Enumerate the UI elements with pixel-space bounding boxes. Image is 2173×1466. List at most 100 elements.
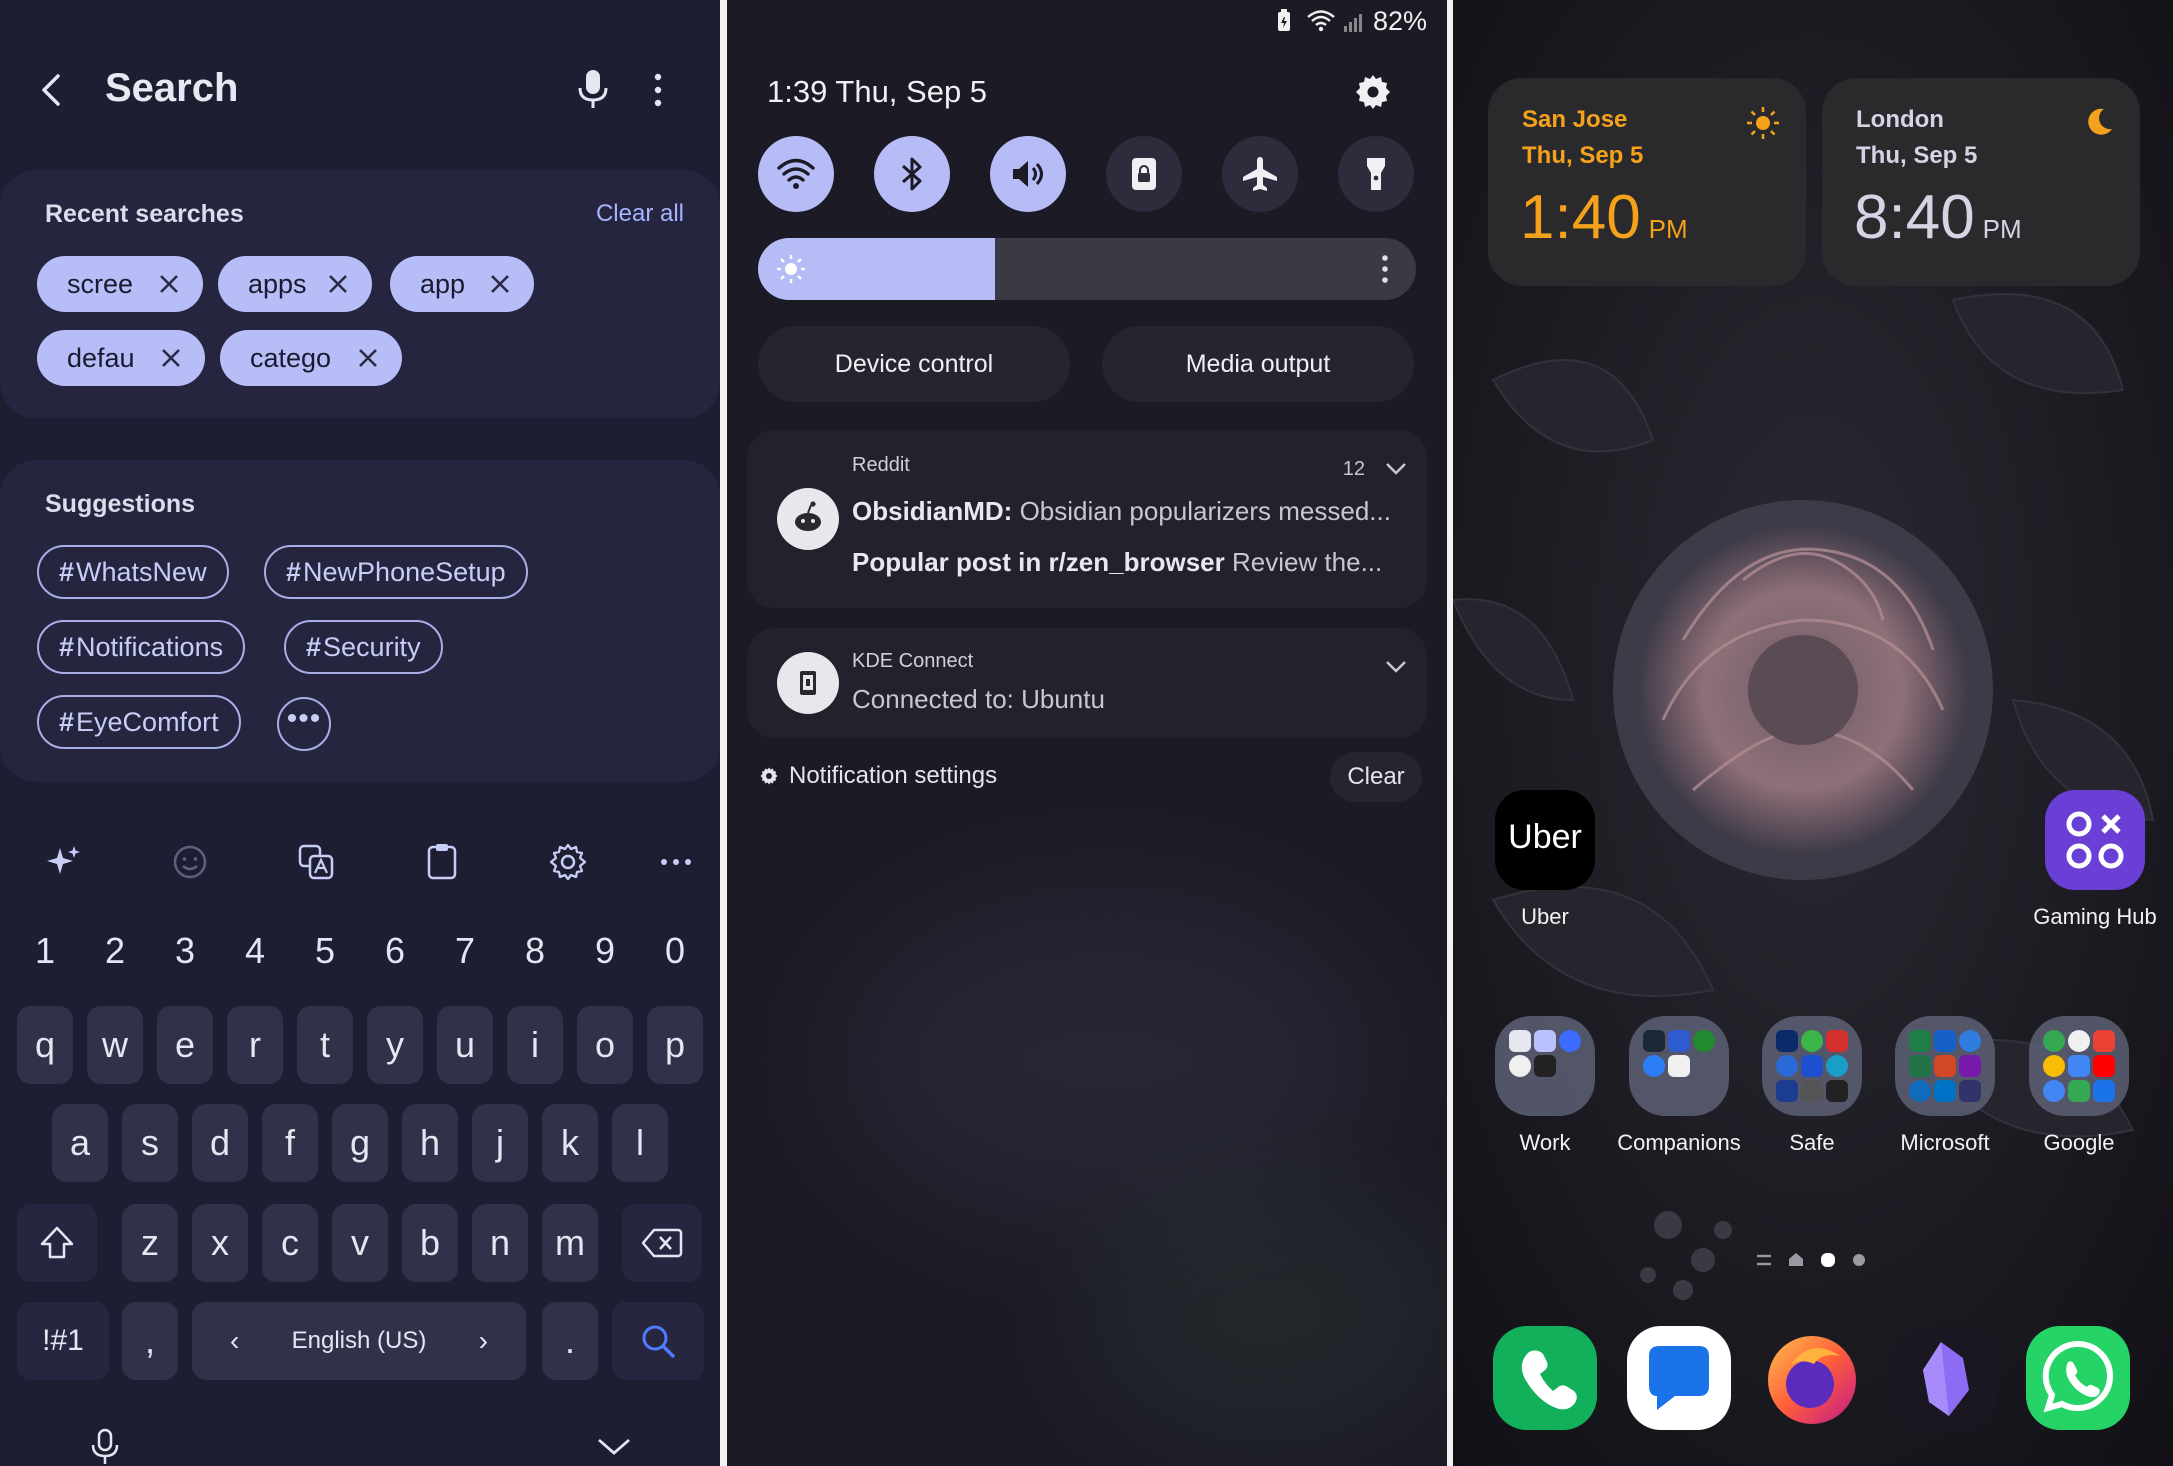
suggestion-tag[interactable]: #Security <box>284 620 443 674</box>
key-r[interactable]: r <box>227 1006 283 1084</box>
recent-chip[interactable]: scree <box>37 256 203 312</box>
more-tools-icon[interactable] <box>654 840 698 884</box>
clock-widget-san-jose[interactable]: San Jose Thu, Sep 5 1:40 PM <box>1488 78 1806 286</box>
uber-app[interactable]: Uber Uber <box>1480 790 1610 930</box>
emoji-icon[interactable] <box>168 840 212 884</box>
clipboard-icon[interactable] <box>420 840 464 884</box>
back-arrow-icon[interactable] <box>34 70 70 110</box>
key-9[interactable]: 9 <box>577 912 633 990</box>
folder-work[interactable]: Work <box>1480 1016 1610 1156</box>
key-a[interactable]: a <box>52 1104 108 1182</box>
expand-chevron-icon[interactable] <box>1385 462 1407 476</box>
expand-chevron-icon[interactable] <box>1385 660 1407 674</box>
spacebar-key[interactable]: ‹ English (US) › <box>192 1302 526 1380</box>
wifi-toggle[interactable] <box>758 136 834 212</box>
key-m[interactable]: m <box>542 1204 598 1282</box>
bluetooth-toggle[interactable] <box>874 136 950 212</box>
obsidian-app[interactable] <box>1893 1326 1997 1430</box>
key-0[interactable]: 0 <box>647 912 703 990</box>
key-n[interactable]: n <box>472 1204 528 1282</box>
page-dot-current[interactable] <box>1821 1253 1835 1267</box>
key-l[interactable]: l <box>612 1104 668 1182</box>
airplane-mode-toggle[interactable] <box>1222 136 1298 212</box>
key-j[interactable]: j <box>472 1104 528 1182</box>
brightness-more-icon[interactable] <box>1380 254 1390 284</box>
suggestion-tag[interactable]: #NewPhoneSetup <box>264 545 528 599</box>
key-5[interactable]: 5 <box>297 912 353 990</box>
key-7[interactable]: 7 <box>437 912 493 990</box>
remove-icon[interactable] <box>488 272 512 296</box>
remove-icon[interactable] <box>159 346 183 370</box>
key-1[interactable]: 1 <box>17 912 73 990</box>
key-g[interactable]: g <box>332 1104 388 1182</box>
more-suggestions-button[interactable]: ••• <box>277 697 331 751</box>
key-x[interactable]: x <box>192 1204 248 1282</box>
shift-key[interactable] <box>17 1204 97 1282</box>
key-k[interactable]: k <box>542 1104 598 1182</box>
symbols-key[interactable]: !#1 <box>17 1302 109 1380</box>
key-q[interactable]: q <box>17 1006 73 1084</box>
brightness-slider[interactable] <box>758 238 1416 300</box>
comma-key[interactable]: , <box>122 1302 178 1380</box>
remove-icon[interactable] <box>356 346 380 370</box>
folder-microsoft[interactable]: Microsoft <box>1880 1016 2010 1156</box>
key-b[interactable]: b <box>402 1204 458 1282</box>
key-3[interactable]: 3 <box>157 912 213 990</box>
voice-input-icon[interactable] <box>88 1428 122 1466</box>
key-4[interactable]: 4 <box>227 912 283 990</box>
key-6[interactable]: 6 <box>367 912 423 990</box>
key-w[interactable]: w <box>87 1006 143 1084</box>
keyboard-settings-icon[interactable] <box>546 840 590 884</box>
sound-toggle[interactable] <box>990 136 1066 212</box>
key-f[interactable]: f <box>262 1104 318 1182</box>
key-e[interactable]: e <box>157 1006 213 1084</box>
recent-chip[interactable]: defau <box>37 330 205 386</box>
key-s[interactable]: s <box>122 1104 178 1182</box>
page-dot[interactable] <box>1853 1254 1865 1266</box>
mic-icon[interactable] <box>574 68 612 112</box>
key-2[interactable]: 2 <box>87 912 143 990</box>
period-key[interactable]: . <box>542 1302 598 1380</box>
device-control-button[interactable]: Device control <box>758 326 1070 402</box>
ai-sparkle-icon[interactable] <box>42 840 86 884</box>
remove-icon[interactable] <box>326 272 350 296</box>
gaming-hub-app[interactable]: Gaming Hub <box>2020 790 2170 930</box>
recent-chip[interactable]: catego <box>220 330 402 386</box>
phone-app[interactable] <box>1493 1326 1597 1430</box>
suggestion-tag[interactable]: #EyeComfort <box>37 695 241 749</box>
key-u[interactable]: u <box>437 1006 493 1084</box>
suggestion-tag[interactable]: #WhatsNew <box>37 545 229 599</box>
key-v[interactable]: v <box>332 1204 388 1282</box>
key-8[interactable]: 8 <box>507 912 563 990</box>
clear-all-link[interactable]: Clear all <box>596 200 684 228</box>
search-key[interactable] <box>612 1302 704 1380</box>
messages-app[interactable] <box>1627 1326 1731 1430</box>
whatsapp-app[interactable] <box>2026 1326 2130 1430</box>
translate-icon[interactable] <box>294 840 338 884</box>
flashlight-toggle[interactable] <box>1338 136 1414 212</box>
media-output-button[interactable]: Media output <box>1102 326 1414 402</box>
key-c[interactable]: c <box>262 1204 318 1282</box>
home-page-icon[interactable] <box>1787 1250 1805 1268</box>
notification-settings-link[interactable]: Notification settings <box>759 762 997 790</box>
key-h[interactable]: h <box>402 1104 458 1182</box>
remove-icon[interactable] <box>157 272 181 296</box>
key-d[interactable]: d <box>192 1104 248 1182</box>
folder-safe[interactable]: Safe <box>1747 1016 1877 1156</box>
key-z[interactable]: z <box>122 1204 178 1282</box>
suggestion-tag[interactable]: #Notifications <box>37 620 246 674</box>
rotation-lock-toggle[interactable] <box>1106 136 1182 212</box>
clock-widget-london[interactable]: London Thu, Sep 5 8:40 PM <box>1822 78 2140 286</box>
key-t[interactable]: t <box>297 1006 353 1084</box>
recent-chip[interactable]: app <box>390 256 534 312</box>
kde-connect-notification[interactable]: KDE Connect Connected to: Ubuntu <box>747 628 1427 738</box>
hide-keyboard-icon[interactable] <box>596 1436 632 1458</box>
clear-notifications-button[interactable]: Clear <box>1330 752 1422 802</box>
page-list-icon[interactable] <box>1755 1252 1773 1268</box>
key-y[interactable]: y <box>367 1006 423 1084</box>
folder-companions[interactable]: Companions <box>1614 1016 1744 1156</box>
firefox-app[interactable] <box>1760 1326 1864 1430</box>
folder-google[interactable]: Google <box>2014 1016 2144 1156</box>
key-i[interactable]: i <box>507 1006 563 1084</box>
key-p[interactable]: p <box>647 1006 703 1084</box>
